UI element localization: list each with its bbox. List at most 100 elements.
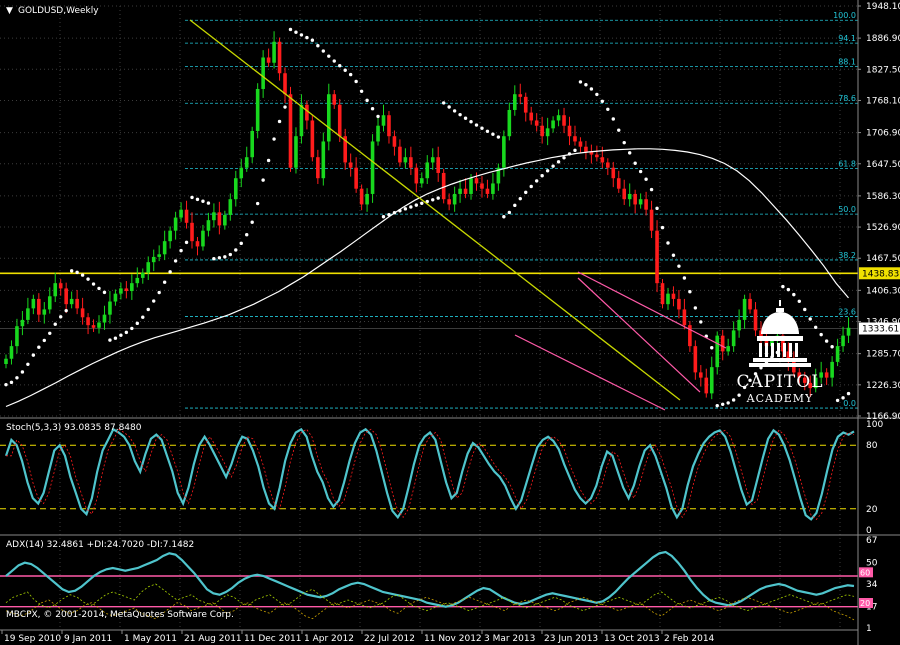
moving-average [5,148,849,408]
candle-body [715,335,720,368]
sar-dot [551,164,555,168]
candle-body [551,120,555,129]
sar-dot [15,376,19,380]
sar-dot [108,338,112,342]
candle-body [108,301,112,315]
candle-body [699,372,703,378]
candle-body [9,346,14,359]
sar-dot [359,89,364,94]
candle-body [190,222,194,242]
candle-body [682,309,687,326]
candle-body [518,94,523,97]
candle-body [485,188,490,194]
candle-body [20,319,25,327]
date-tick-label: 1 Apr 2012 [304,634,354,644]
candle-body [173,217,178,231]
sar-dot [715,403,719,408]
sar-dot [556,160,561,164]
candle-body [409,157,413,168]
sar-dot [491,132,495,136]
capitol-academy-logo: CAPITOL ACADEMY [730,298,830,405]
candle-body [130,283,134,292]
candle-body [841,335,845,347]
sar-dot [617,128,621,132]
sar-dot [830,345,834,349]
candle-body [64,288,68,305]
candle-body [206,220,211,231]
sar-dot [441,101,446,105]
sar-dot [69,269,74,273]
sar-dot [157,290,161,295]
date-axis: 19 Sep 2010 9 Jan 2011 1 May 2011 21 Aug 20… [0,629,858,644]
candle-body [359,188,364,205]
fib-level-label: 94.1 [838,34,856,43]
sar-dot [627,151,632,155]
sar-dot [431,198,435,202]
adx-label: ADX(14) 32.4861 +DI:24.7020 -DI:7.1482 [6,540,194,550]
candle-body [671,293,676,299]
sar-dot [792,292,796,297]
sar-dot [567,152,572,156]
fib-level-label: 100.0 [833,11,856,20]
date-tick-label: 11 Nov 2012 [424,634,482,644]
chart-menu-icon[interactable]: ▼ [6,6,13,16]
candle-body [616,178,621,189]
candle-body [97,322,101,328]
candle-body [387,115,391,137]
stoch-tick-label: 0 [866,526,872,536]
price-tick-label: 1948.10 [866,2,900,12]
sar-dot [485,129,490,133]
candle-body [310,120,315,158]
sar-dot [611,117,615,121]
sar-dot [42,338,46,343]
candle-body [622,188,627,200]
date-tick-label: 11 Dec 2011 [244,634,302,644]
downtrend-line [189,19,681,401]
candle-body [179,209,183,218]
sar-dot [699,320,703,324]
sar-dot [387,213,391,217]
sar-dot [338,64,342,68]
sar-dot [141,315,145,319]
sar-dot [447,105,451,109]
sar-dot [239,241,243,246]
candle-body [337,104,342,137]
sar-dot [458,112,462,117]
candle-body [53,283,58,297]
candle-body [277,41,282,74]
candle-body [239,167,244,179]
sar-dot [31,353,36,357]
sar-dot [381,215,386,219]
sar-dot [518,196,522,201]
candle-body [693,346,698,373]
candle-body [261,57,265,89]
candle-body [75,298,79,309]
chart-title: GOLDUSD,Weekly [18,6,99,16]
price-tick-label: 1406.30 [866,286,900,296]
sar-dot [152,299,156,303]
price-tick-label: 1467.50 [866,254,900,264]
date-tick-label: 23 Jun 2013 [544,634,598,644]
sar-dot [693,306,698,310]
candle-body [15,326,19,347]
adx-tick-label: 34 [866,580,878,590]
date-tick-label: 22 Jul 2012 [364,634,415,644]
candle-body [119,288,123,294]
candle-body [69,298,74,305]
sar-dot [272,137,276,141]
sar-dot [720,402,725,406]
sar-dot [195,197,200,202]
price-tick-label: 1886.90 [866,34,900,44]
sar-dot [398,209,402,213]
date-tick-label: 1 May 2011 [124,634,177,644]
candle-body [124,288,129,292]
candle-body [529,112,534,121]
candle-body [474,178,479,184]
candle-body [644,199,648,210]
sar-dot [595,92,599,97]
candle-body [600,157,605,163]
candle-body [266,57,271,63]
sar-dot [534,179,539,183]
candle-body [168,230,172,242]
logo-line1: CAPITOL [736,372,824,392]
